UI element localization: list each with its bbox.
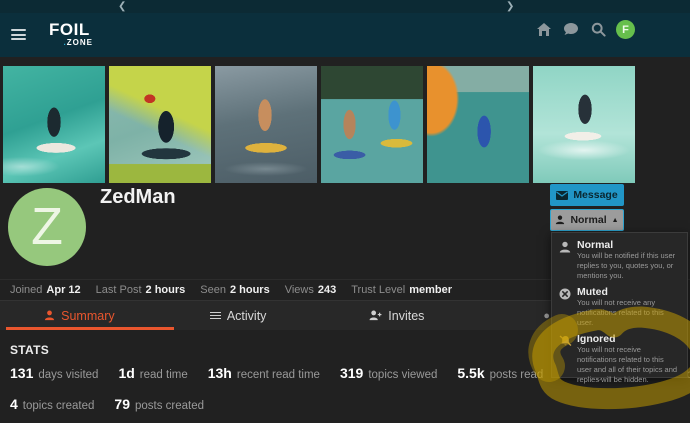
meta-trust-level: Trust Levelmember <box>351 284 452 296</box>
profile-banner <box>3 66 635 183</box>
stats-heading: STATS <box>10 343 49 357</box>
meta-joined: JoinedApr 12 <box>10 284 81 296</box>
profile-tabs: Summary Activity Invites ● B. <box>0 300 635 330</box>
search-icon[interactable] <box>589 21 607 39</box>
menu-item-normal[interactable]: Normal You will be notified if this user… <box>559 239 680 281</box>
stat-topics-viewed: 319topics viewed <box>340 365 437 381</box>
foil-zone-profile-page: ❮ ❯ FOIL .ZONE F Z ZedM <box>0 0 690 423</box>
user-plus-icon <box>369 310 382 321</box>
banner-photo-mint-foiler[interactable] <box>533 66 635 183</box>
caret-up-icon: ▲ <box>612 217 619 224</box>
tab-activity[interactable]: Activity <box>159 301 318 330</box>
stat-days-visited: 131days visited <box>10 365 98 381</box>
user-icon <box>44 310 55 321</box>
stat-recent-read-time: 13hrecent read time <box>208 365 320 381</box>
circle-x-icon <box>559 286 572 328</box>
site-logo[interactable]: FOIL .ZONE <box>49 21 93 47</box>
tab-invites[interactable]: Invites <box>318 301 477 330</box>
banner-photo-surf-foiler[interactable] <box>3 66 105 183</box>
list-icon <box>210 310 221 321</box>
envelope-icon <box>556 191 568 200</box>
message-button[interactable]: Message <box>550 184 624 206</box>
stat-posts-created: 79posts created <box>114 396 204 412</box>
stat-topics-created: 4topics created <box>10 396 94 412</box>
notification-level-menu: Normal You will be notified if this user… <box>551 232 688 378</box>
chat-icon[interactable] <box>562 21 580 39</box>
badge-icon: ● <box>543 310 550 322</box>
banner-photo-two-foilers[interactable] <box>321 66 423 183</box>
meta-last-post: Last Post2 hours <box>96 284 186 296</box>
site-header: FOIL .ZONE F <box>0 13 690 57</box>
user-icon <box>559 239 572 281</box>
stat-posts-read: 5.5kposts read <box>457 365 543 381</box>
home-icon[interactable] <box>535 21 553 39</box>
stat-read-time: 1dread time <box>118 365 187 381</box>
notification-level-button[interactable]: Normal ▲ <box>550 209 624 231</box>
top-strip: ❮ ❯ <box>0 0 690 13</box>
logo-primary: FOIL <box>49 21 93 38</box>
menu-item-muted[interactable]: Muted You will not receive any notificat… <box>559 286 680 328</box>
menu-item-ignored[interactable]: Ignored You will not receive notificatio… <box>559 333 680 385</box>
profile-avatar: Z <box>8 188 86 266</box>
logo-secondary: .ZONE <box>49 38 93 47</box>
banner-photo-kite-foiler[interactable] <box>427 66 529 183</box>
meta-seen: Seen2 hours <box>200 284 269 296</box>
bell-slash-icon <box>559 333 572 385</box>
current-user-avatar[interactable]: F <box>616 20 635 39</box>
profile-username: ZedMan <box>100 186 176 209</box>
banner-photo-windfoiler[interactable] <box>109 66 211 183</box>
active-tab-underline <box>6 327 174 330</box>
chevron-right-icon[interactable]: ❯ <box>506 1 514 12</box>
menu-icon[interactable] <box>11 29 26 40</box>
user-icon <box>555 215 565 225</box>
chevron-left-icon[interactable]: ❮ <box>118 1 126 12</box>
tab-summary[interactable]: Summary <box>0 301 159 330</box>
stats-row-2: 4topics created 79posts created <box>10 396 204 412</box>
banner-photo-sup-foiler[interactable] <box>215 66 317 183</box>
meta-views: Views243 <box>285 284 337 296</box>
